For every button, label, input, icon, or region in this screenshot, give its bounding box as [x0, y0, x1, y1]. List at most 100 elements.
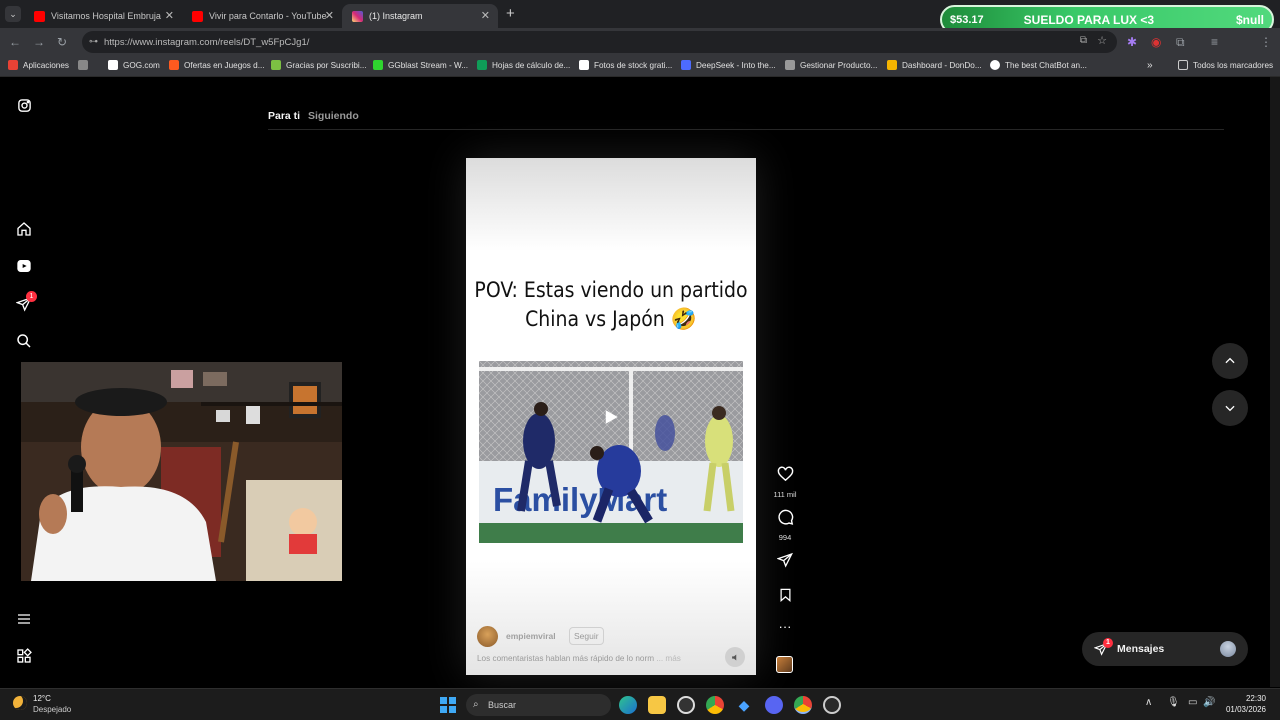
new-tab-button[interactable]: + [506, 5, 515, 22]
close-tab-icon[interactable]: ✕ [481, 9, 490, 22]
reload-icon[interactable]: ↻ [57, 35, 67, 49]
bookmark-deepseek[interactable]: DeepSeek - Into the... [681, 60, 776, 70]
network-icon[interactable]: ▭ [1188, 697, 1197, 708]
home-icon[interactable] [14, 219, 34, 239]
site-info-icon[interactable]: ⊶ [89, 36, 98, 47]
share-button[interactable] [773, 552, 797, 573]
bookmark-stock-photos[interactable]: Fotos de stock grati... [579, 60, 672, 70]
menu-kebab-icon[interactable]: ⋮ [1260, 35, 1272, 49]
bookmark-ggblast[interactable]: GGblast Stream - W... [373, 60, 468, 70]
bookmark-dashboard[interactable]: Dashboard - DonDo... [887, 60, 982, 70]
save-button[interactable] [773, 587, 797, 608]
tab-instagram[interactable]: (1) Instagram ✕ [342, 4, 498, 28]
bookmark-sheets[interactable]: Hojas de cálculo de... [477, 60, 570, 70]
reel-video[interactable]: FamilyMart [479, 361, 743, 543]
bookmark-chatbot[interactable]: The best ChatBot an... [990, 60, 1087, 70]
windows-taskbar: 12°C Despejado ⌕ Buscar ◆ ∧ 🎙 ▭ 🔊 22:30 … [0, 688, 1280, 720]
search-icon[interactable] [14, 331, 34, 351]
close-tab-icon[interactable]: ✕ [325, 9, 334, 22]
follow-button[interactable]: Seguir [569, 627, 604, 645]
steam-icon[interactable] [823, 696, 841, 714]
volume-icon[interactable]: 🔊 [1203, 697, 1215, 708]
comment-button[interactable]: 994 [773, 509, 797, 542]
chrome-icon[interactable] [706, 696, 724, 714]
audio-thumbnail[interactable] [776, 656, 793, 673]
tab-hospital[interactable]: Visitamos Hospital Embrujado ✕ [24, 4, 182, 28]
bookmark-gestionar[interactable]: Gestionar Producto... [785, 60, 877, 70]
more-apps-icon[interactable] [14, 646, 34, 666]
clock[interactable]: 22:30 01/03/2026 [1224, 693, 1266, 715]
tab-siguiendo[interactable]: Siguiendo [308, 110, 359, 122]
reel-caption[interactable]: Los comentaristas hablan más rápido de l… [477, 654, 681, 663]
close-tab-icon[interactable]: ✕ [165, 9, 174, 22]
weather-widget[interactable]: 12°C Despejado [33, 693, 71, 715]
app-dark-icon[interactable] [677, 696, 695, 714]
apps-grid-icon [8, 60, 18, 70]
caption-text: Los comentaristas hablan más rápido de l… [477, 654, 655, 663]
tray-overflow-icon[interactable]: ∧ [1145, 697, 1152, 708]
more-link[interactable]: ... más [656, 654, 681, 663]
back-icon[interactable]: ← [9, 35, 21, 49]
gog-icon [108, 60, 118, 70]
bookmark-star-icon[interactable]: ☆ [1097, 34, 1107, 47]
bookmarks-overflow-button[interactable]: » [1147, 60, 1153, 71]
reel-card[interactable]: POV: Estas viendo un partido China vs Ja… [466, 158, 756, 675]
bookmark-all-folder[interactable]: Todos los marcadores [1178, 60, 1273, 70]
camera-icon [579, 60, 589, 70]
author-username[interactable]: empiemviral [506, 631, 556, 641]
install-app-icon[interactable]: ⧉ [1080, 35, 1087, 46]
extensions-puzzle-icon[interactable]: ⧉ [1176, 35, 1185, 49]
tab-vivir-para-contarlo[interactable]: Vivir para Contarlo - YouTube ✕ [182, 4, 342, 28]
reel-title-line1: POV: Estas viendo un partido [474, 278, 748, 302]
tab-search-button[interactable]: ⌄ [5, 6, 21, 22]
play-button[interactable] [592, 398, 630, 436]
file-explorer-icon[interactable] [648, 696, 666, 714]
author-avatar[interactable] [477, 626, 498, 647]
heart-icon [777, 466, 793, 482]
extension-icon[interactable]: ✱ [1127, 35, 1137, 49]
bookmark-gog[interactable]: GOG.com [108, 60, 160, 70]
like-button[interactable]: 111 mil [773, 466, 797, 499]
previous-reel-button[interactable] [1212, 343, 1248, 379]
chevron-up-icon [1225, 357, 1235, 364]
likes-count: 111 mil [773, 490, 797, 499]
direct-messages-icon[interactable]: 1 [14, 291, 37, 314]
discord-icon[interactable] [765, 696, 783, 714]
instagram-logo-icon[interactable] [14, 95, 34, 115]
extension-red-icon[interactable]: ◉ [1151, 35, 1161, 49]
next-reel-button[interactable] [1212, 390, 1248, 426]
search-placeholder: Buscar [488, 700, 517, 710]
notification-badge: 1 [26, 291, 37, 302]
menu-icon[interactable] [14, 609, 34, 629]
forward-icon[interactable]: → [33, 35, 45, 49]
feed-tabs-divider [268, 129, 1224, 130]
reading-list-icon[interactable]: ≡ [1211, 35, 1218, 49]
search-icon: ⌕ [473, 699, 479, 710]
youtube-icon [34, 10, 45, 22]
bookmark-apps[interactable]: Aplicaciones [8, 60, 69, 70]
bookmark-icon [780, 588, 790, 602]
microphone-icon[interactable]: 🎙 [1167, 697, 1180, 708]
youtube-icon [192, 10, 203, 22]
bookmark-ofertas[interactable]: Ofertas en Juegos d... [169, 60, 265, 70]
start-button[interactable] [440, 697, 456, 713]
bookmarks-bar: Aplicaciones GOG.com Ofertas en Juegos d… [0, 56, 1280, 77]
donation-handle: $null [1235, 12, 1264, 27]
mute-button[interactable] [725, 647, 745, 667]
weather-icon [13, 696, 27, 710]
reels-icon[interactable] [14, 256, 34, 276]
webcam-overlay [21, 362, 342, 581]
messages-button[interactable]: 1 Mensajes [1082, 632, 1248, 666]
tab-para-ti[interactable]: Para ti [268, 110, 300, 122]
bookmark-gracias[interactable]: Gracias por Suscribi... [271, 60, 367, 70]
taskbar-search[interactable]: ⌕ Buscar [466, 694, 611, 716]
edge-icon[interactable] [619, 696, 637, 714]
page-scrollbar[interactable] [1270, 77, 1280, 687]
weather-condition: Despejado [33, 705, 72, 714]
address-bar[interactable]: ⊶ https://www.instagram.com/reels/DT_w5F… [82, 31, 1117, 53]
bookmark-grid[interactable] [78, 60, 93, 70]
app-blue-icon[interactable]: ◆ [735, 696, 753, 714]
deepseek-icon [681, 60, 691, 70]
more-options-button[interactable]: ··· [773, 620, 797, 634]
chrome-profile-icon[interactable] [794, 696, 812, 714]
